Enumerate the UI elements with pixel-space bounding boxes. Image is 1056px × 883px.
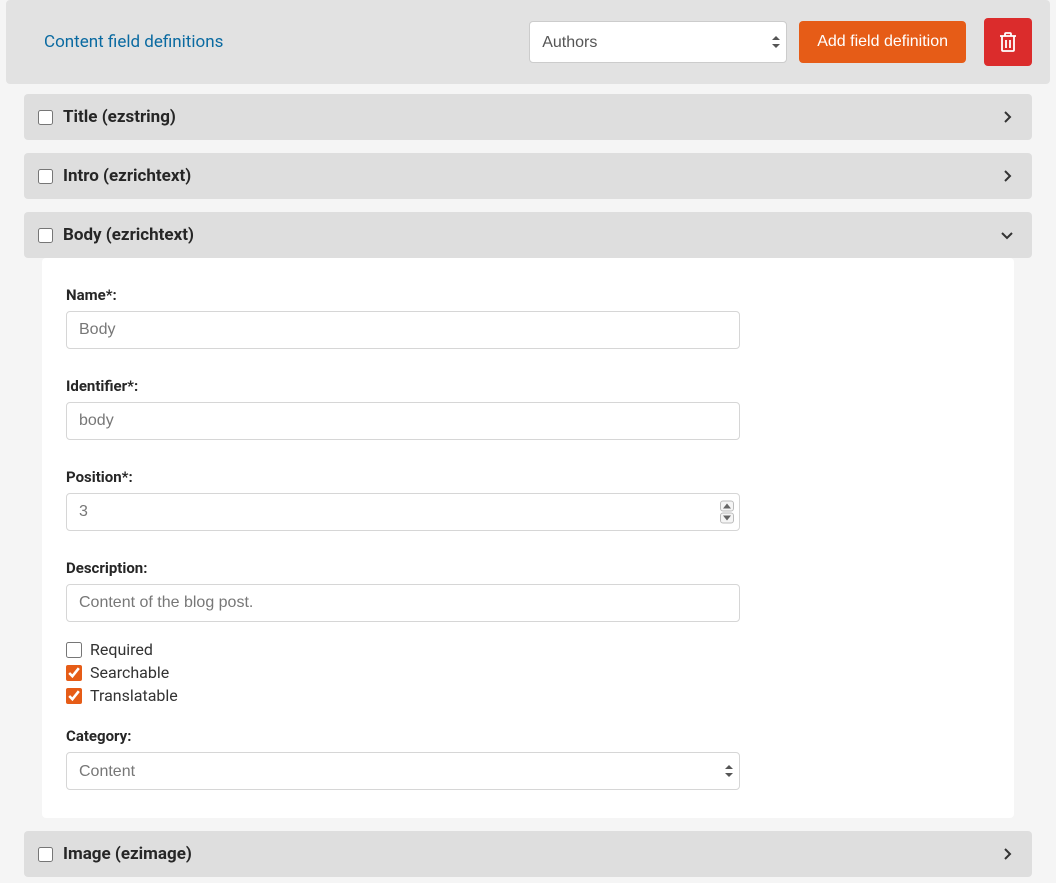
field-row-image[interactable]: Image (ezimage) — [24, 831, 1032, 877]
position-label: Position*: — [66, 468, 990, 486]
position-step-down[interactable] — [720, 513, 734, 524]
field-checkbox[interactable] — [38, 847, 53, 862]
field-row-title[interactable]: Title (ezstring) — [24, 94, 1032, 140]
translatable-label: Translatable — [90, 686, 178, 705]
trash-icon — [998, 31, 1018, 53]
position-step-up[interactable] — [720, 501, 734, 512]
field-row-intro[interactable]: Intro (ezrichtext) — [24, 153, 1032, 199]
field-checkbox[interactable] — [38, 169, 53, 184]
field-checkbox[interactable] — [38, 110, 53, 125]
section-title: Content field definitions — [44, 32, 517, 52]
chevron-right-icon — [1000, 110, 1014, 124]
required-checkbox[interactable] — [66, 642, 82, 658]
position-input[interactable] — [66, 493, 740, 531]
category-select[interactable]: Content — [66, 752, 740, 790]
field-body-panel: Name*: Identifier*: Position*: — [42, 258, 1014, 818]
identifier-label: Identifier*: — [66, 377, 990, 395]
description-label: Description: — [66, 559, 990, 577]
name-label: Name*: — [66, 286, 990, 304]
chevron-right-icon — [1000, 169, 1014, 183]
searchable-label: Searchable — [90, 663, 169, 682]
field-title: Intro (ezrichtext) — [63, 166, 990, 186]
delete-button[interactable] — [984, 18, 1032, 66]
section-header: Content field definitions Authors Add fi… — [6, 0, 1050, 84]
accordion-list: Title (ezstring) Intro (ezrichtext) Body… — [6, 84, 1050, 877]
description-input[interactable] — [66, 584, 740, 622]
searchable-checkbox[interactable] — [66, 665, 82, 681]
field-checkbox[interactable] — [38, 228, 53, 243]
category-label: Category: — [66, 727, 990, 745]
field-row-body[interactable]: Body (ezrichtext) — [24, 212, 1032, 258]
required-label: Required — [90, 640, 153, 659]
chevron-down-icon — [1000, 228, 1014, 242]
field-title: Body (ezrichtext) — [63, 225, 990, 245]
name-input[interactable] — [66, 311, 740, 349]
field-title: Title (ezstring) — [63, 107, 990, 127]
identifier-input[interactable] — [66, 402, 740, 440]
chevron-right-icon — [1000, 847, 1014, 861]
translatable-checkbox[interactable] — [66, 688, 82, 704]
field-type-select[interactable]: Authors — [529, 21, 787, 63]
field-title: Image (ezimage) — [63, 844, 990, 864]
add-field-definition-button[interactable]: Add field definition — [799, 21, 966, 63]
